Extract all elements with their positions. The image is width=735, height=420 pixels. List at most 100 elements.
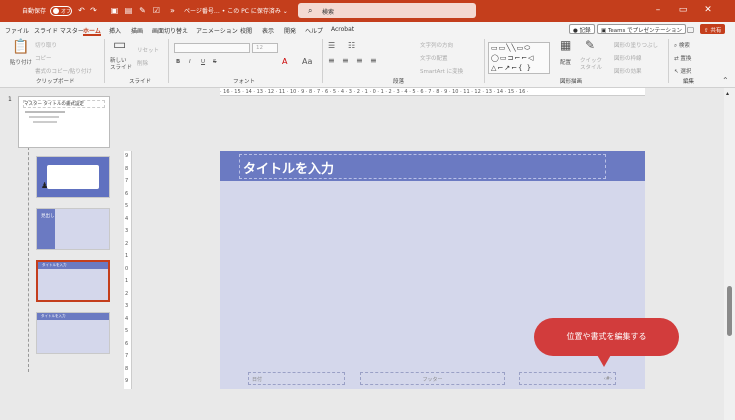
italic-button[interactable]: I (189, 59, 191, 65)
save-icon[interactable]: ▣ (110, 6, 119, 15)
select-button[interactable]: ↖ 選択 (674, 67, 691, 75)
arrange-icon[interactable]: ▦ (560, 39, 571, 51)
shape-outline-button[interactable]: 図形の枠線 (614, 54, 642, 62)
connector-line (28, 142, 29, 372)
font-color-icon[interactable]: A (282, 57, 287, 67)
cut-button[interactable]: 切り取り (35, 41, 57, 49)
share-button[interactable]: ⇧ 共有 (700, 24, 726, 34)
smartart-button[interactable]: SmartArt に変換 (420, 67, 463, 75)
group-divider (322, 39, 323, 83)
numbering-icon[interactable]: ☷ (348, 41, 355, 51)
vertical-ruler: 9 8 7 6 5 4 3 2 1 0 1 2 3 4 5 6 7 8 9 (124, 151, 132, 389)
bullets-icon[interactable]: ☰ (328, 41, 335, 51)
quick-styles-icon[interactable]: ✎ (585, 39, 595, 51)
shapes-gallery[interactable]: ▭▭╲╲▭⬭ ◯▭⊐⌐⌐◁ △⌐↗⌐{ } (488, 42, 550, 74)
new-slide-label[interactable]: 新しい スライド (110, 58, 132, 72)
ruler-tick-label: 3 (125, 228, 129, 235)
section-button[interactable]: 削除 (137, 59, 148, 67)
ruler-tick-label: 1 (125, 278, 129, 285)
tab-slide-master[interactable]: スライド マスター (34, 26, 84, 35)
tab-developer[interactable]: 開発 (284, 26, 296, 35)
record-button[interactable]: ● 記録 (569, 24, 595, 34)
teams-present-button[interactable]: ▣ Teams でプレゼンテーション (597, 24, 686, 34)
paragraph-group-label: 段落 (393, 79, 405, 85)
layout-title-text: タイトルを入力 (41, 314, 66, 318)
scroll-up-icon[interactable]: ▴ (726, 90, 729, 97)
paste-label[interactable]: 貼り付け (10, 58, 32, 66)
master-thumbnail[interactable]: マスター タイトルの書式設定 (18, 96, 110, 148)
ruler-tick-label: 7 (125, 178, 129, 185)
pen-icon[interactable]: ✎ (138, 6, 147, 15)
ruler-tick-label: 0 (125, 265, 129, 272)
ruler-tick-label: 1 (125, 253, 129, 260)
group-divider (484, 39, 485, 83)
layout-thumbnail-title[interactable]: ♟ (36, 156, 110, 198)
align-left-icon[interactable]: ≡ (328, 56, 335, 66)
autosave-toggle[interactable]: オフ (50, 6, 72, 16)
font-size-combo[interactable]: 12 (252, 43, 278, 53)
reset-button[interactable]: リセット (137, 46, 159, 54)
text-direction-button[interactable]: 文字列の方向 (420, 41, 453, 49)
restore-icon[interactable]: ▭ (678, 5, 688, 15)
shape-fill-button[interactable]: 図形の塗りつぶし (614, 41, 658, 49)
scrollbar-thumb[interactable] (727, 286, 732, 336)
check-icon[interactable]: ☑ (152, 6, 161, 15)
tab-view[interactable]: 表示 (262, 26, 274, 35)
quick-styles-label[interactable]: クイック スタイル (580, 58, 602, 72)
footer-placeholder[interactable]: フッター (360, 372, 505, 385)
tab-animations[interactable]: アニメーション (196, 26, 238, 35)
redo-icon[interactable]: ↷ (89, 6, 98, 15)
new-slide-icon[interactable]: ▭ (113, 38, 126, 52)
align-center-icon[interactable]: ≡ (342, 56, 349, 66)
find-button[interactable]: ⌕ 検索 (674, 41, 690, 50)
minimize-icon[interactable]: – (653, 5, 663, 15)
title-bar: 自動保存 オフ ↶ ↷ ▣ ▤ ✎ ☑ » ページ番号… • この PC に保存… (0, 0, 735, 22)
ribbon: 📋 貼り付け 切り取り コピー 書式のコピー/貼り付け クリップボード ▭ 新し… (0, 36, 735, 88)
vertical-scrollbar[interactable]: ▴ (724, 88, 735, 420)
tab-help[interactable]: ヘルプ (305, 26, 323, 35)
underline-button[interactable]: U (201, 59, 205, 65)
layout-thumbnail-title-only[interactable]: タイトルを入力 (36, 312, 110, 354)
bold-button[interactable]: B (176, 59, 180, 65)
font-group-label: フォント (233, 79, 256, 85)
arrange-label[interactable]: 配置 (560, 58, 571, 66)
tab-file[interactable]: ファイル (5, 26, 29, 35)
autosave-label: 自動保存 (22, 8, 47, 15)
font-name-combo[interactable] (174, 43, 250, 53)
share-label: 共有 (710, 28, 722, 34)
text-line (29, 116, 59, 118)
format-painter-button[interactable]: 書式のコピー/貼り付け (35, 67, 92, 75)
master-title-text: マスター タイトルの書式設定 (23, 100, 105, 108)
layout-thumbnail-section[interactable]: 見出し (36, 208, 110, 250)
tab-review[interactable]: 校閲 (240, 26, 252, 35)
tab-insert[interactable]: 挿入 (109, 26, 121, 35)
date-placeholder[interactable]: 日付 (248, 372, 345, 385)
collapse-ribbon-icon[interactable]: ⌃ (722, 76, 729, 86)
replace-button[interactable]: ⇄ 置換 (674, 54, 691, 62)
more-icon[interactable]: » (168, 6, 177, 15)
tab-transitions[interactable]: 画面切り替え (152, 26, 188, 35)
section-label: 見出し (41, 214, 55, 219)
tab-acrobat[interactable]: Acrobat (331, 26, 354, 33)
align-right-icon[interactable]: ≡ (356, 56, 363, 66)
undo-icon[interactable]: ↶ (77, 6, 86, 15)
ruler-tick-label: 7 (125, 353, 129, 360)
presentation-icon[interactable]: ▤ (124, 6, 133, 15)
slide-title-placeholder[interactable]: タイトルを入力 (239, 154, 606, 179)
justify-icon[interactable]: ≡ (370, 56, 377, 66)
document-title[interactable]: ページ番号… • この PC に保存済み ⌄ (184, 6, 288, 15)
clear-format-icon[interactable]: Aa (302, 57, 312, 67)
paste-icon[interactable]: 📋 (12, 40, 29, 54)
search-box[interactable]: ⌕ 検索 (298, 3, 476, 18)
shape-effects-button[interactable]: 図形の効果 (614, 67, 642, 75)
slide-number-placeholder[interactable]: ‹#› (519, 372, 616, 385)
layout-thumbnail-selected[interactable]: タイトルを入力 (36, 260, 110, 302)
slide-title-bar: タイトルを入力 (220, 151, 645, 181)
align-text-button[interactable]: 文字の配置 (420, 54, 448, 62)
comment-icon[interactable]: ▢ (686, 25, 695, 34)
tab-draw[interactable]: 描画 (131, 26, 143, 35)
strikethrough-button[interactable]: S (213, 59, 217, 65)
copy-button[interactable]: コピー (35, 54, 52, 62)
close-icon[interactable]: ✕ (703, 5, 713, 15)
tab-home[interactable]: ホーム (83, 26, 101, 36)
